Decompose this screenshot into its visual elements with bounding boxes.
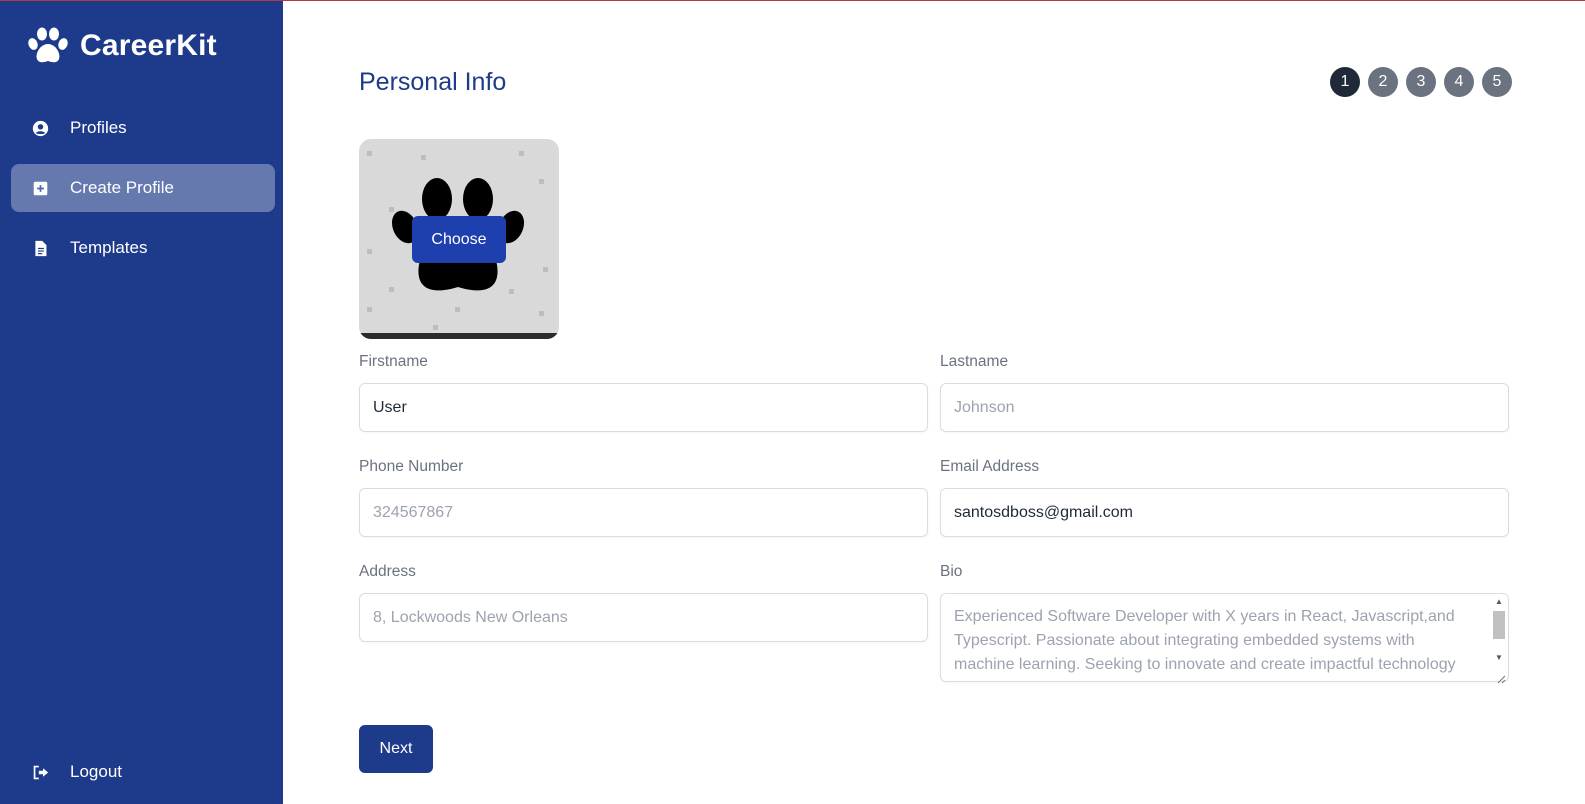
lastname-label: Lastname bbox=[940, 353, 1009, 370]
choose-photo-button[interactable]: Choose bbox=[412, 216, 506, 263]
step-2[interactable]: 2 bbox=[1368, 67, 1398, 97]
lastname-group: Lastname bbox=[940, 353, 1509, 432]
sidebar-item-label: Profiles bbox=[70, 118, 127, 137]
step-indicator: 1 2 3 4 5 bbox=[1330, 67, 1512, 97]
sidebar-item-label: Templates bbox=[70, 238, 148, 257]
address-label: Address bbox=[359, 563, 416, 580]
phone-input[interactable] bbox=[359, 488, 928, 537]
sidebar-nav: Profiles Create Profile Templates bbox=[11, 104, 275, 284]
sidebar-item-templates[interactable]: Templates bbox=[11, 224, 275, 272]
sidebar-item-label: Create Profile bbox=[70, 178, 174, 197]
main-content: Personal Info 1 2 3 4 5 Choose Firstname bbox=[283, 0, 1585, 804]
step-5[interactable]: 5 bbox=[1482, 67, 1512, 97]
profile-photo: Choose bbox=[359, 139, 559, 339]
email-group: Email Address bbox=[940, 458, 1509, 537]
plus-square-icon bbox=[31, 179, 49, 197]
firstname-group: Firstname bbox=[359, 353, 928, 432]
email-input[interactable] bbox=[940, 488, 1509, 537]
bio-scrollbar[interactable]: ▲ ▼ bbox=[1491, 595, 1507, 680]
next-button[interactable]: Next bbox=[359, 725, 433, 773]
address-input[interactable] bbox=[359, 593, 928, 642]
paw-icon bbox=[27, 27, 69, 65]
logout-label: Logout bbox=[70, 762, 122, 781]
step-4[interactable]: 4 bbox=[1444, 67, 1474, 97]
bio-label: Bio bbox=[940, 563, 963, 580]
step-3[interactable]: 3 bbox=[1406, 67, 1436, 97]
phone-group: Phone Number bbox=[359, 458, 928, 537]
page-title: Personal Info bbox=[359, 68, 507, 96]
sidebar: CareerKit Profiles Create Profile Templa… bbox=[0, 0, 283, 804]
user-circle-icon bbox=[31, 119, 49, 137]
logout-icon bbox=[31, 763, 49, 781]
sidebar-item-create-profile[interactable]: Create Profile bbox=[11, 164, 275, 212]
resize-handle-icon[interactable] bbox=[1496, 674, 1506, 684]
top-border bbox=[0, 0, 1585, 1]
firstname-label: Firstname bbox=[359, 353, 428, 370]
brand[interactable]: CareerKit bbox=[27, 27, 217, 65]
lastname-input[interactable] bbox=[940, 383, 1509, 432]
bio-group: Bio ▲ ▼ bbox=[940, 563, 1509, 687]
document-icon bbox=[31, 239, 49, 257]
app-name: CareerKit bbox=[80, 29, 217, 62]
photo-footer-bar bbox=[359, 333, 559, 339]
firstname-input[interactable] bbox=[359, 383, 928, 432]
logout-button[interactable]: Logout bbox=[11, 748, 275, 796]
step-1[interactable]: 1 bbox=[1330, 67, 1360, 97]
bio-textarea[interactable] bbox=[940, 593, 1509, 682]
email-label: Email Address bbox=[940, 458, 1040, 475]
sidebar-item-profiles[interactable]: Profiles bbox=[11, 104, 275, 152]
address-group: Address bbox=[359, 563, 928, 642]
phone-label: Phone Number bbox=[359, 458, 464, 475]
